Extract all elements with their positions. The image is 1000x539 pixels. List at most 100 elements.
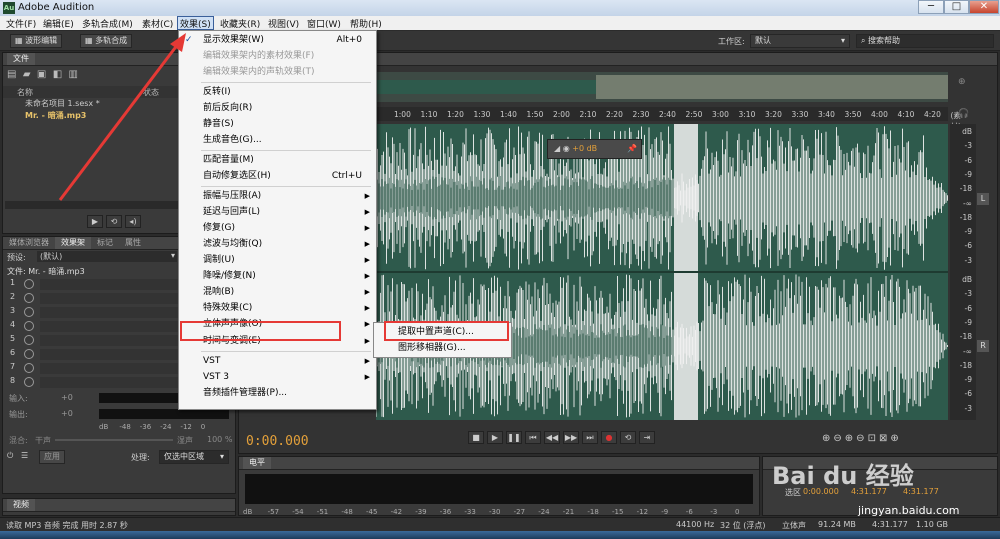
input-gain[interactable]: +0 [61,393,73,402]
effects-menu-item[interactable]: 音频插件管理器(P)... [179,386,376,401]
maximize-button[interactable]: □ [944,0,969,14]
insert-icon[interactable]: ◧ [53,69,62,80]
menu-help[interactable]: 帮助(H) [348,17,384,30]
menu-file[interactable]: 文件(F) [4,17,38,30]
power-icon[interactable] [24,335,34,345]
power-icon[interactable] [24,363,34,373]
multitrack-button[interactable]: ▦ 多轨合成 [80,34,133,48]
effects-menu-item[interactable]: 静音(S) [179,117,376,132]
menu-edit[interactable]: 编辑(E) [41,17,76,30]
volume-icon[interactable]: ◂) [125,215,141,228]
output-gain[interactable]: +0 [61,409,73,418]
tab-files[interactable]: 文件 [7,53,35,65]
effects-menu-item[interactable]: 延迟与回声(L) ▶ [179,205,376,220]
to-end-icon[interactable]: ⏭ [582,431,598,444]
menu-view[interactable]: 视图(V) [266,17,301,30]
power-icon[interactable] [24,293,34,303]
waveform-edit-button[interactable]: ▦ 波形编辑 [10,34,63,48]
play-icon[interactable]: ▶ [87,215,103,228]
import-icon[interactable]: ▣ [37,69,46,80]
list-icon[interactable]: ☰ [21,451,28,460]
column-status[interactable]: 状态 [143,87,159,98]
effects-menu-item[interactable]: 降噪/修复(N) ▶ [179,269,376,284]
menu-item-shortcut: Alt+0 [336,35,362,45]
power-icon[interactable] [24,279,34,289]
column-name[interactable]: 名称 [17,87,33,98]
timeline-ruler[interactable]: 1:00 1:10 1:20 1:30 1:40 1:50 2:00 2:10 2:20 2:30… [376,107,961,131]
zoom-out-time-icon[interactable]: ⊖ [856,433,867,444]
search-help-input[interactable]: ⌕ 搜索帮助 [856,34,994,48]
apply-button[interactable]: 应用 [39,450,65,464]
channel-right-button[interactable]: R [977,340,989,352]
delete-icon[interactable]: ▥ [69,69,78,80]
process-select[interactable]: 仅选中区域 ▾ [159,450,229,464]
effects-menu-item[interactable]: 前后反向(R) [179,101,376,116]
effects-menu-item[interactable]: 特殊效果(C) ▶ [179,301,376,316]
pin-icon[interactable]: 📌 [627,140,641,158]
mix-slider[interactable] [55,439,173,441]
power-icon[interactable]: ⏻ [7,451,13,461]
effects-menu-item[interactable]: 振幅与压限(A) ▶ [179,189,376,204]
headphones-icon[interactable]: 🎧 [958,109,969,119]
db-tick-label: -18 [959,360,972,370]
menu-multitrack[interactable]: 多轨合成(M) [80,17,135,30]
workspace-select[interactable]: 默认 ▾ [750,34,850,48]
stop-icon[interactable]: ■ [468,431,484,444]
fast-forward-icon[interactable]: ▶▶ [563,431,579,444]
tab-markers[interactable]: 标记 [91,237,119,249]
effects-menu-item[interactable]: 自动修复选区(H) Ctrl+U [179,169,376,184]
level-tick-label: -42 [390,508,403,516]
zoom-in-time-icon[interactable]: ⊕ [845,433,856,444]
effects-menu-item[interactable]: 滤波与均衡(Q) ▶ [179,237,376,252]
power-icon[interactable] [24,349,34,359]
record-icon[interactable]: ● [601,431,617,444]
tab-properties[interactable]: 属性 [119,237,147,249]
tab-media-browser[interactable]: 媒体浏览器 [3,237,55,249]
effects-menu-item[interactable]: 生成音色(G)... [179,133,376,148]
minimize-button[interactable]: ─ [918,0,944,14]
effects-menu-item[interactable]: ✓ 显示效果架(W) Alt+0 [179,33,376,48]
overview-strip[interactable] [376,72,948,102]
menu-favorites[interactable]: 收藏夹(R) [218,17,262,30]
new-file-icon[interactable]: ▤ [7,69,16,80]
play-icon[interactable]: ▶ [487,431,503,444]
zoom-in-amplitude-icon[interactable]: ⊕ [822,433,833,444]
power-icon[interactable] [24,377,34,387]
skip-icon[interactable]: ⇥ [639,431,655,444]
menu-window[interactable]: 窗口(W) [305,17,343,30]
rewind-icon[interactable]: ◀◀ [544,431,560,444]
channel-left-button[interactable]: L [977,193,989,205]
tab-level[interactable]: 电平 [243,457,271,469]
close-button[interactable]: ✕ [969,0,999,14]
ruler-tick-label: 1:10 [420,110,438,119]
menu-clip[interactable]: 素材(C) [140,17,175,30]
zoom-selection-icon[interactable]: ⊠ [879,433,890,444]
knob-icon[interactable]: ◉ [563,144,570,153]
power-icon[interactable] [24,321,34,331]
loop-icon[interactable]: ⟲ [620,431,636,444]
effects-menu-item[interactable]: 反转(I) [179,85,376,100]
tab-video[interactable]: 视频 [7,499,35,511]
zoom-out-amplitude-icon[interactable]: ⊖ [833,433,844,444]
pause-icon[interactable]: ❚❚ [506,431,522,444]
effects-menu-item[interactable]: 混响(B) ▶ [179,285,376,300]
tab-effects-rack[interactable]: 效果架 [55,237,91,249]
effects-menu-item[interactable]: 修复(G) ▶ [179,221,376,236]
effects-menu-item[interactable]: VST ▶ [179,354,376,369]
effects-menu-item[interactable]: 调制(U) ▶ [179,253,376,268]
zoom-overview-icon[interactable]: ⊕ [958,77,966,87]
hud-volume[interactable]: ◢ ◉ +0 dB 📌 [547,139,642,159]
loop-icon[interactable]: ⟲ [106,215,122,228]
power-icon[interactable] [24,307,34,317]
to-start-icon[interactable]: ⏮ [525,431,541,444]
zoom-in-icon[interactable]: ⊕ [890,433,901,444]
menu-item-graphic-phaser[interactable]: 图形移相器(G)... [374,341,511,356]
waveform-display[interactable] [375,124,948,420]
open-folder-icon[interactable]: ▰ [23,69,31,80]
effects-menu-item[interactable]: VST 3 ▶ [179,370,376,385]
menu-item-label: 调制(U) [203,255,235,265]
preset-select[interactable]: (默认) ▾ [37,251,177,262]
zoom-full-icon[interactable]: ⊡ [868,433,879,444]
menu-effects[interactable]: 效果(S) [177,16,214,30]
effects-menu-item[interactable]: 匹配音量(M) [179,153,376,168]
